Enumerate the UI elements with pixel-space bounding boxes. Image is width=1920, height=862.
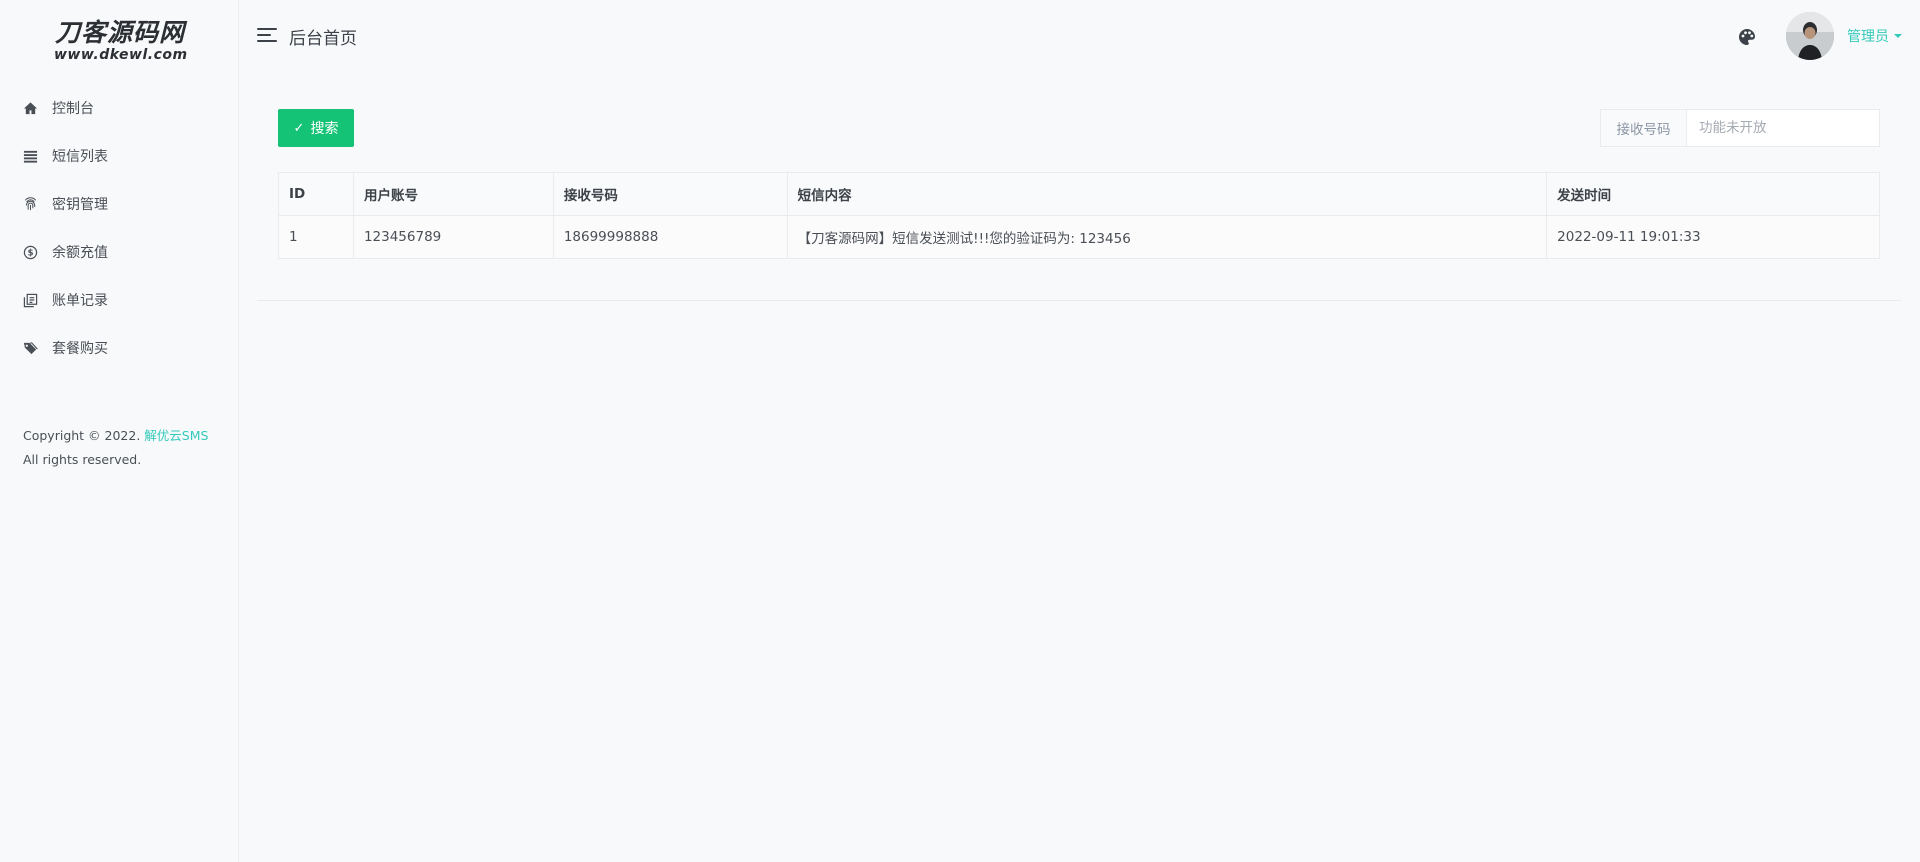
receiver-number-input[interactable] (1687, 110, 1879, 146)
page-title: 后台首页 (289, 29, 357, 49)
copyright-suffix: All rights reserved. (23, 452, 142, 467)
column-header-sms-content: 短信内容 (786, 172, 1548, 216)
receiver-number-filter: 接收号码 (1600, 109, 1880, 147)
copy-documents-icon (22, 292, 38, 308)
menu-toggle-icon[interactable] (257, 27, 279, 43)
sidebar-item-label: 密钥管理 (52, 197, 108, 213)
copyright-prefix: Copyright © 2022. (23, 428, 141, 443)
fingerprint-icon (22, 196, 38, 212)
copyright: Copyright © 2022. 解优云SMS All rights rese… (23, 424, 208, 472)
sidebar-item-key-management[interactable]: 密钥管理 (0, 180, 239, 228)
svg-text:$: $ (27, 247, 33, 257)
caret-down-icon (1894, 34, 1902, 38)
sidebar-item-billing-records[interactable]: 账单记录 (0, 276, 239, 324)
table-row: 1 123456789 18699998888 【刀客源码网】短信发送测试!!!… (278, 215, 1880, 259)
cell-user-account: 123456789 (352, 215, 554, 259)
avatar[interactable] (1786, 12, 1834, 60)
sidebar-item-label: 余额充值 (52, 245, 108, 261)
cell-id: 1 (278, 215, 354, 259)
home-icon (22, 100, 38, 116)
search-button-label: 搜索 (310, 121, 339, 137)
tags-icon (22, 340, 38, 356)
palette-icon[interactable] (1737, 27, 1757, 47)
sidebar-item-balance-recharge[interactable]: $ 余额充值 (0, 228, 239, 276)
sidebar-item-label: 账单记录 (52, 293, 108, 309)
cell-sms-content: 【刀客源码网】短信发送测试!!!您的验证码为: 123456 (786, 215, 1548, 259)
sidebar: 刀客源码网 www.dkewl.com 控制台 短信列表 密钥管理 $ 余额充值… (0, 0, 239, 862)
brand-title: 刀客源码网 (54, 18, 185, 47)
top-header: 后台首页 管理员 (239, 0, 1920, 72)
sms-records-card: ✓ 搜索 接收号码 ID 用户账号 接收号码 短信内容 发送时间 1 1 (257, 72, 1901, 301)
search-button[interactable]: ✓ 搜索 (278, 109, 354, 147)
table-header-row: ID 用户账号 接收号码 短信内容 发送时间 (278, 172, 1880, 216)
sidebar-item-sms-list[interactable]: 短信列表 (0, 132, 239, 180)
copyright-brand-link[interactable]: 解优云SMS (144, 428, 208, 443)
cell-send-time: 2022-09-11 19:01:33 (1546, 215, 1880, 259)
column-header-receiver-number: 接收号码 (552, 172, 788, 216)
sidebar-item-label: 套餐购买 (52, 341, 108, 357)
cell-receiver-number: 18699998888 (552, 215, 788, 259)
user-menu-dropdown[interactable]: 管理员 (1847, 26, 1902, 46)
check-icon: ✓ (293, 120, 305, 136)
sidebar-item-label: 控制台 (52, 101, 94, 117)
dollar-circle-icon: $ (22, 244, 38, 260)
sidebar-item-package-purchase[interactable]: 套餐购买 (0, 324, 239, 372)
column-header-send-time: 发送时间 (1546, 172, 1880, 216)
sidebar-nav: 控制台 短信列表 密钥管理 $ 余额充值 账单记录 套餐购买 (0, 84, 239, 372)
user-name: 管理员 (1847, 29, 1889, 45)
brand-url: www.dkewl.com (54, 47, 188, 63)
column-header-id: ID (278, 172, 354, 216)
filter-label: 接收号码 (1601, 110, 1687, 146)
column-header-user-account: 用户账号 (352, 172, 554, 216)
list-icon (22, 148, 38, 164)
sms-records-table: ID 用户账号 接收号码 短信内容 发送时间 1 123456789 18699… (278, 172, 1880, 259)
sidebar-item-dashboard[interactable]: 控制台 (0, 84, 239, 132)
brand-logo[interactable]: 刀客源码网 www.dkewl.com (54, 18, 188, 63)
sidebar-item-label: 短信列表 (52, 149, 108, 165)
